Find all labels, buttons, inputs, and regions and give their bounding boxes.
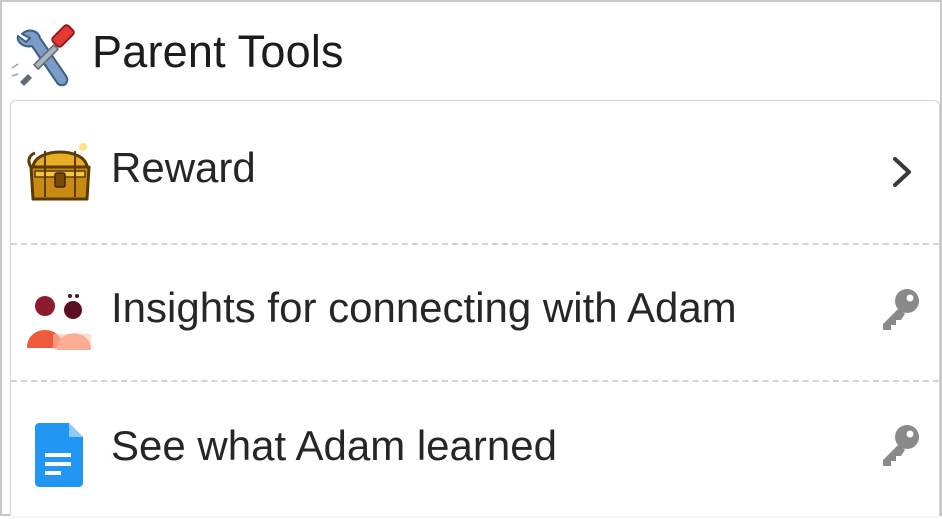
learned-label: See what Adam learned [111,422,557,469]
header: Parent Tools [2,2,940,100]
key-icon [883,425,919,466]
treasure-chest-icon [27,143,91,201]
insights-label: Insights for connecting with Adam [111,284,737,331]
tools-icon [11,24,75,87]
document-icon [35,423,83,487]
page-title: Parent Tools [92,26,344,77]
key-icon [883,289,919,330]
chevron-right-icon [893,157,911,187]
parent-tools-window: Parent Tools Reward Insights for connect… [0,0,942,516]
list-item-reward[interactable]: Reward [11,101,939,239]
list-item-insights[interactable]: Insights for connecting with Adam [11,244,939,382]
tools-list: Reward Insights for connecting with Adam [10,100,940,516]
reward-label: Reward [111,144,256,191]
list-item-learned[interactable]: See what Adam learned [11,381,939,519]
parent-child-icon [27,294,91,350]
